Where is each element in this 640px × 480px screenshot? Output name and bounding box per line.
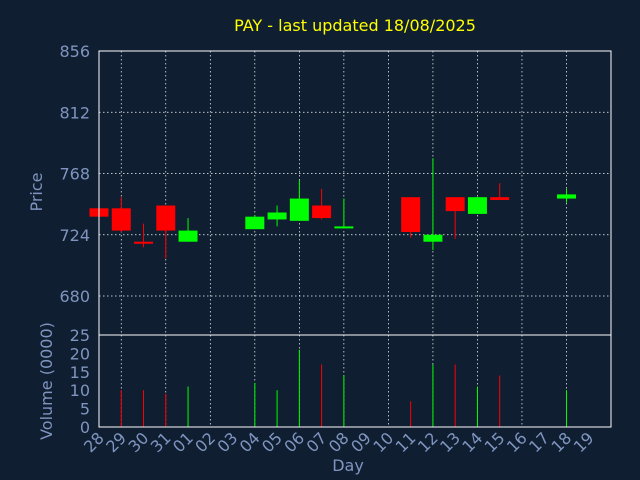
price-tick-label: 768 (59, 165, 90, 184)
day-tick-label: 19 (570, 428, 598, 456)
volume-axis-label: Volume (0000) (37, 322, 56, 440)
candle-body (334, 226, 354, 229)
candle-body (134, 241, 154, 244)
price-grid (99, 50, 611, 335)
candle-body (289, 198, 309, 221)
day-tick-labels: 2829303101020304050607080910111213141516… (80, 428, 598, 456)
price-tick-label: 856 (59, 42, 90, 61)
candle-body (445, 197, 465, 212)
volume-tick-label: 15 (70, 363, 90, 382)
volume-tick-label: 25 (70, 326, 90, 345)
candle-body (401, 197, 421, 232)
candle-body (556, 194, 576, 199)
chart-title: PAY - last updated 18/08/2025 (234, 16, 476, 35)
volume-tick-label: 5 (80, 400, 90, 419)
candle-body (111, 208, 131, 231)
price-tick-label: 724 (59, 226, 90, 245)
candle-body (267, 212, 287, 220)
candle-body (490, 197, 510, 200)
x-axis-label: Day (332, 456, 364, 475)
volume-tick-label: 10 (70, 381, 90, 400)
candle-body (312, 205, 332, 219)
price-tick-label: 680 (59, 287, 90, 306)
volume-tick-labels: 2520151050 (70, 326, 90, 437)
price-panel-frame (98, 50, 612, 336)
price-tick-label: 812 (59, 103, 90, 122)
candle-body (423, 234, 443, 242)
candle-body (245, 216, 265, 230)
volume-tick-label: 20 (70, 344, 90, 363)
candle-body (467, 197, 487, 214)
volume-panel-frame (98, 334, 612, 428)
candlestick-chart: PAY - last updated 18/08/2025 856 812 768 7… (27, 16, 612, 475)
candle-body (156, 205, 176, 231)
volume-bars (120, 349, 567, 427)
candle-body (178, 230, 198, 242)
price-tick-labels: 856 812 768 724 680 (59, 42, 90, 306)
price-axis-label: Price (27, 172, 46, 211)
